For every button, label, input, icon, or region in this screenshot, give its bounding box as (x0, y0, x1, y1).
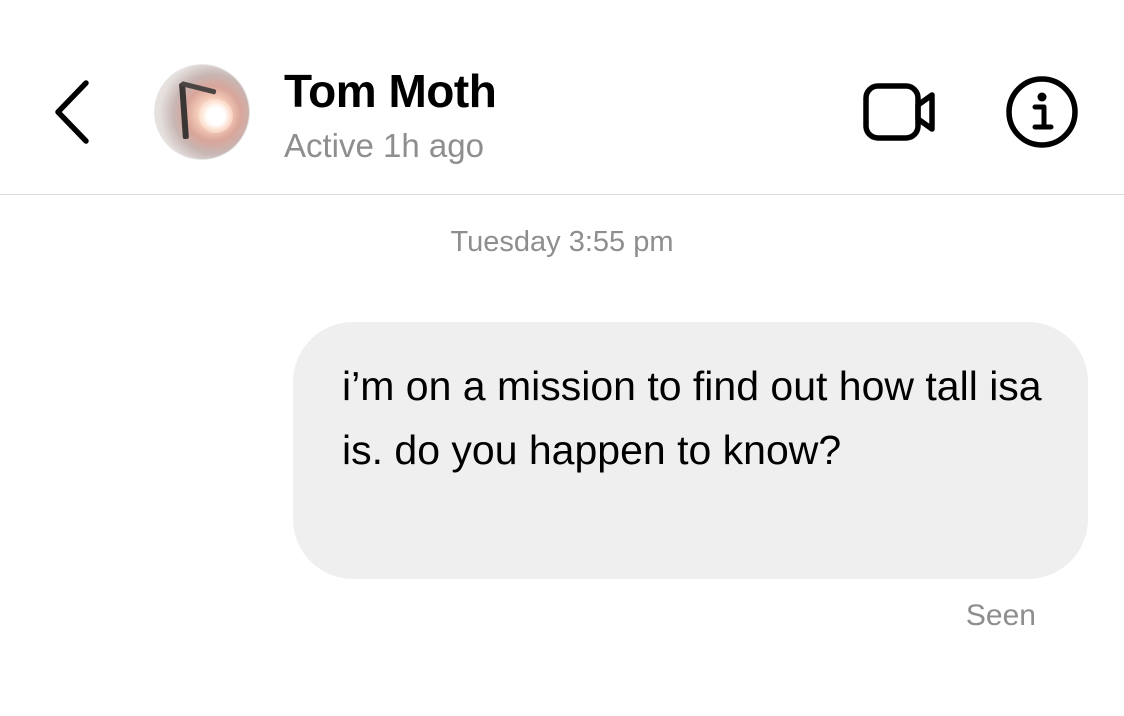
dm-thread-screen: Tom Moth Active 1h ago Tuesday 3:55 pm i… (0, 0, 1124, 716)
chevron-left-icon (55, 80, 89, 144)
active-status: Active 1h ago (284, 127, 484, 164)
video-camera-icon (863, 83, 935, 141)
back-button[interactable] (44, 76, 100, 148)
seen-receipt: Seen (965, 599, 1036, 632)
message-timestamp: Tuesday 3:55 pm (450, 226, 674, 258)
sent-message-bubble[interactable]: i’m on a mission to find out how tall is… (293, 322, 1088, 579)
video-call-button[interactable] (858, 76, 942, 148)
contact-name[interactable]: Tom Moth (284, 64, 497, 118)
avatar-photo-pole (179, 82, 189, 140)
avatar-photo-arm (180, 81, 217, 95)
info-button[interactable] (1000, 76, 1084, 148)
avatar-photo-glow (199, 99, 233, 133)
info-icon (1006, 76, 1078, 148)
thread-header: Tom Moth Active 1h ago (0, 0, 1124, 195)
avatar[interactable] (154, 64, 250, 160)
